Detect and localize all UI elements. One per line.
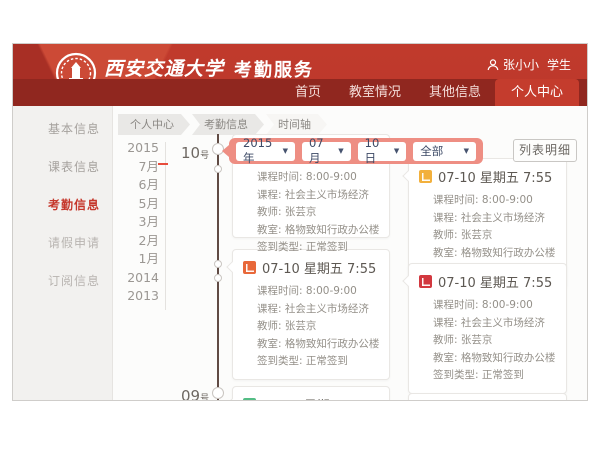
year-nav-separator — [165, 142, 166, 310]
sidebar-item-schedule-info[interactable]: 课表信息 — [13, 148, 112, 186]
attendance-card[interactable]: 07-09 星期四 7:55 — [232, 386, 390, 401]
signin-type: 签到类型: 正常签到 — [433, 367, 558, 385]
sidebar-item-attendance-info[interactable]: 考勤信息 — [13, 186, 112, 224]
card-title: 07-10 星期五 7:55 — [438, 167, 552, 186]
sidebar-item-leave-request[interactable]: 请假申请 — [13, 224, 112, 262]
day-marker-09: 09号 — [181, 387, 209, 401]
year-nav-jun[interactable]: 6月 — [121, 176, 159, 195]
nav-item-classrooms[interactable]: 教室情况 — [335, 79, 415, 106]
day-dropdown[interactable]: 10日 ▼ — [358, 142, 407, 161]
classroom: 教室: 格物致知行政办公楼 — [257, 336, 381, 354]
attendance-card[interactable]: 07-10 星期五 7:55 课程时间: 8:00-9:00 课程: 社会主义市… — [232, 249, 390, 380]
chevron-down-icon: ▼ — [394, 147, 399, 155]
chevron-down-icon: ▼ — [464, 147, 469, 155]
filter-bar: 2015年 ▼ 07月 ▼ 10日 ▼ 全部 ▼ — [229, 138, 483, 164]
year-nav: 2015 7月 6月 5月 3月 2月 1月 2014 2013 — [121, 139, 159, 306]
user-info[interactable]: 张小小 学生 — [487, 56, 571, 73]
day-marker-10: 10号 — [181, 144, 209, 162]
attendance-stamp-icon — [419, 170, 432, 183]
person-icon — [487, 59, 499, 71]
course-time: 课程时间: 8:00-9:00 — [257, 283, 381, 301]
year-nav-2015[interactable]: 2015 — [121, 139, 159, 158]
course-name: 课程: 社会主义市场经济 — [257, 187, 381, 205]
attendance-stamp-icon — [419, 275, 432, 288]
nav-item-other-info[interactable]: 其他信息 — [415, 79, 495, 106]
attendance-card[interactable]: 07-10 星期五 7:55 课程时间: 8:00-9:00 课程: 社会主义市… — [408, 263, 567, 394]
year-nav-feb[interactable]: 2月 — [121, 232, 159, 251]
month-dropdown[interactable]: 07月 ▼ — [302, 142, 351, 161]
year-nav-mar[interactable]: 3月 — [121, 213, 159, 232]
teacher-name: 教师: 张芸京 — [433, 332, 558, 350]
course-name: 课程: 社会主义市场经济 — [433, 210, 558, 228]
teacher-name: 教师: 张芸京 — [257, 318, 381, 336]
nav-item-personal-center[interactable]: 个人中心 — [495, 79, 579, 106]
chevron-down-icon: ▼ — [338, 147, 343, 155]
teacher-name: 教师: 张芸京 — [257, 204, 381, 222]
attendance-stamp-icon — [243, 398, 256, 401]
nav-item-home[interactable]: 首页 — [281, 79, 335, 106]
content-area: 个人中心 考勤信息 时间轴 2015 7月 6月 5月 3月 2月 1月 201… — [113, 106, 587, 401]
card-title: 07-10 星期五 7:55 — [438, 272, 552, 291]
year-nav-jan[interactable]: 1月 — [121, 250, 159, 269]
user-name: 张小小 — [503, 56, 539, 73]
card-title: 07-09 星期四 7:55 — [262, 395, 376, 401]
course-time: 课程时间: 8:00-9:00 — [257, 169, 381, 187]
app-window: 西安交通大学 XI'AN JIAO TONG UNIVERSITY 考勤服务 张… — [12, 43, 588, 401]
current-month-tick — [158, 163, 168, 165]
sidebar-item-basic-info[interactable]: 基本信息 — [13, 110, 112, 148]
sidebar-item-subscription-info[interactable]: 订阅信息 — [13, 262, 112, 300]
list-detail-button[interactable]: 列表明细 — [513, 139, 577, 162]
breadcrumb-attendance-info[interactable]: 考勤信息 — [192, 114, 264, 135]
breadcrumb-timeline[interactable]: 时间轴 — [266, 114, 327, 135]
timeline-dot — [214, 274, 222, 282]
type-dropdown[interactable]: 全部 ▼ — [413, 142, 476, 161]
signin-type: 签到类型: 正常签到 — [257, 239, 381, 257]
attendance-card-partial[interactable] — [408, 393, 567, 401]
year-nav-jul[interactable]: 7月 — [121, 158, 159, 177]
timeline-dot — [214, 165, 222, 173]
teacher-name: 教师: 张芸京 — [433, 227, 558, 245]
chevron-down-icon: ▼ — [283, 147, 288, 155]
app-header: 西安交通大学 XI'AN JIAO TONG UNIVERSITY 考勤服务 张… — [13, 44, 587, 106]
course-name: 课程: 社会主义市场经济 — [257, 301, 381, 319]
course-time: 课程时间: 8:00-9:00 — [433, 297, 558, 315]
breadcrumb: 个人中心 考勤信息 时间轴 — [118, 114, 329, 135]
course-time: 课程时间: 8:00-9:00 — [433, 192, 558, 210]
timeline-dot — [212, 387, 224, 399]
year-nav-2013[interactable]: 2013 — [121, 287, 159, 306]
timeline-dot — [214, 260, 222, 268]
user-role: 学生 — [547, 56, 571, 73]
year-nav-2014[interactable]: 2014 — [121, 269, 159, 288]
classroom: 教室: 格物致知行政办公楼 — [257, 222, 381, 240]
year-nav-may[interactable]: 5月 — [121, 195, 159, 214]
university-name-zh: 西安交通大学 — [104, 58, 224, 80]
signin-type: 签到类型: 正常签到 — [257, 353, 381, 371]
year-dropdown[interactable]: 2015年 ▼ — [236, 142, 295, 161]
course-name: 课程: 社会主义市场经济 — [433, 315, 558, 333]
sidebar: 基本信息 课表信息 考勤信息 请假申请 订阅信息 — [13, 106, 113, 401]
classroom: 教室: 格物致知行政办公楼 — [433, 245, 558, 263]
main-nav: 首页 教室情况 其他信息 个人中心 — [13, 79, 587, 106]
breadcrumb-personal-center[interactable]: 个人中心 — [118, 114, 190, 135]
classroom: 教室: 格物致知行政办公楼 — [433, 350, 558, 368]
